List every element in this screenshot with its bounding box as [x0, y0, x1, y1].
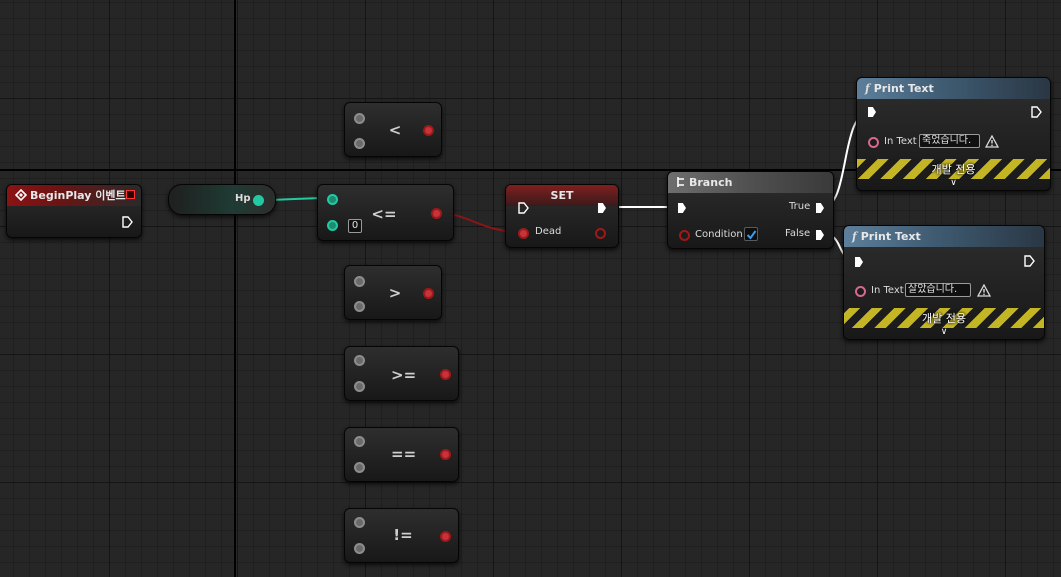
greater-than-input-a[interactable] [354, 276, 365, 287]
greater-than-output[interactable] [423, 288, 434, 299]
branch-true-label: True [789, 201, 811, 212]
begin-play-event-node[interactable]: BeginPlay 이벤트 [6, 184, 142, 238]
greater-equal-input-a[interactable] [354, 355, 365, 366]
print-false-in-text-pin[interactable] [855, 286, 866, 297]
equal-input-b[interactable] [354, 462, 365, 473]
set-dead-input-pin[interactable] [518, 228, 529, 239]
print-false-in-text-field[interactable]: 살았습니다. [905, 283, 971, 297]
greater-than-input-b[interactable] [354, 301, 365, 312]
greater-equal-node[interactable]: >= [344, 346, 459, 401]
function-icon: f [865, 82, 870, 95]
print-true-in-text-label: In Text [884, 136, 917, 147]
not-equal-node[interactable]: != [344, 508, 459, 563]
less-than-input-a[interactable] [354, 113, 365, 124]
not-equal-input-b[interactable] [354, 543, 365, 554]
print-true-exec-in-pin[interactable] [868, 107, 876, 117]
set-title: SET [550, 189, 574, 202]
begin-play-exec-out-pin[interactable] [122, 216, 133, 228]
set-exec-in-pin[interactable] [518, 202, 529, 214]
chevron-down-icon[interactable]: ∨ [950, 178, 957, 188]
print-text-false-title: Print Text [860, 230, 921, 243]
greater-equal-input-b[interactable] [354, 381, 365, 392]
print-text-true-header: f Print Text [857, 78, 1050, 99]
greater-equal-symbol: >= [391, 366, 417, 384]
not-equal-output[interactable] [440, 531, 451, 542]
set-dead-output-pin[interactable] [595, 228, 606, 239]
not-equal-symbol: != [393, 526, 413, 544]
equal-output[interactable] [440, 449, 451, 460]
less-equal-symbol: <= [371, 205, 397, 223]
warning-icon [985, 135, 999, 148]
less-equal-input-b[interactable] [327, 220, 338, 231]
checkmark-icon [746, 230, 757, 240]
branch-icon [677, 177, 684, 187]
hp-label: Hp [235, 193, 251, 204]
branch-title: Branch [689, 176, 733, 189]
hp-output-pin[interactable] [253, 195, 264, 206]
branch-false-pin[interactable] [816, 230, 824, 240]
equal-symbol: == [391, 445, 417, 463]
branch-condition-pin[interactable] [679, 230, 690, 241]
branch-true-pin[interactable] [816, 203, 824, 213]
function-icon: f [852, 230, 857, 243]
delegate-pin-icon[interactable] [126, 190, 135, 199]
print-false-dev-only-label: 개발 전용 [922, 312, 966, 325]
branch-exec-in-pin[interactable] [678, 203, 686, 213]
branch-condition-checkbox[interactable] [744, 227, 758, 241]
warning-icon [977, 284, 991, 297]
set-dead-label: Dead [535, 226, 562, 237]
branch-condition-label: Condition [695, 229, 743, 240]
print-false-exec-in-pin[interactable] [855, 257, 863, 267]
less-than-input-b[interactable] [354, 138, 365, 149]
chevron-down-icon[interactable]: ∨ [941, 327, 948, 337]
begin-play-header: BeginPlay 이벤트 [7, 185, 141, 206]
print-true-in-text-pin[interactable] [868, 137, 879, 148]
equal-node[interactable]: == [344, 427, 459, 482]
less-equal-input-a[interactable] [327, 194, 338, 205]
branch-node[interactable]: Branch True Condition False [667, 171, 834, 249]
greater-than-node[interactable]: > [344, 265, 442, 320]
greater-than-symbol: > [388, 284, 402, 302]
less-than-symbol: < [388, 121, 402, 139]
greater-equal-output[interactable] [440, 369, 451, 380]
print-true-in-text-field[interactable]: 죽었습니다. [919, 134, 980, 148]
equal-input-a[interactable] [354, 436, 365, 447]
print-true-dev-only-label: 개발 전용 [931, 163, 976, 176]
less-equal-output[interactable] [431, 208, 442, 219]
less-equal-node[interactable]: 0 <= [317, 184, 454, 241]
print-false-exec-out-pin[interactable] [1024, 255, 1035, 267]
print-true-dev-only-banner: 개발 전용 [857, 159, 1050, 179]
less-than-output[interactable] [423, 125, 434, 136]
set-dead-node[interactable]: SET Dead [505, 184, 619, 248]
branch-header: Branch [668, 172, 833, 193]
diamond-event-icon [14, 188, 28, 202]
print-false-dev-only-banner: 개발 전용 [844, 308, 1044, 328]
less-equal-value-field[interactable]: 0 [348, 219, 362, 233]
print-text-false-header: f Print Text [844, 226, 1044, 247]
print-false-in-text-label: In Text [871, 285, 904, 296]
print-text-true-node[interactable]: f Print Text In Text 죽었습니다. 개발 전용 ∨ [856, 77, 1051, 191]
hp-variable-node[interactable]: Hp [168, 184, 276, 215]
graph-origin-vertical-axis [234, 0, 236, 577]
print-text-true-title: Print Text [873, 82, 934, 95]
not-equal-input-a[interactable] [354, 517, 365, 528]
begin-play-title: BeginPlay 이벤트 [30, 189, 126, 202]
print-true-exec-out-pin[interactable] [1031, 106, 1042, 118]
branch-false-label: False [785, 228, 811, 239]
print-text-false-node[interactable]: f Print Text In Text 살았습니다. 개발 전용 ∨ [843, 225, 1045, 340]
less-than-node[interactable]: < [344, 102, 442, 157]
